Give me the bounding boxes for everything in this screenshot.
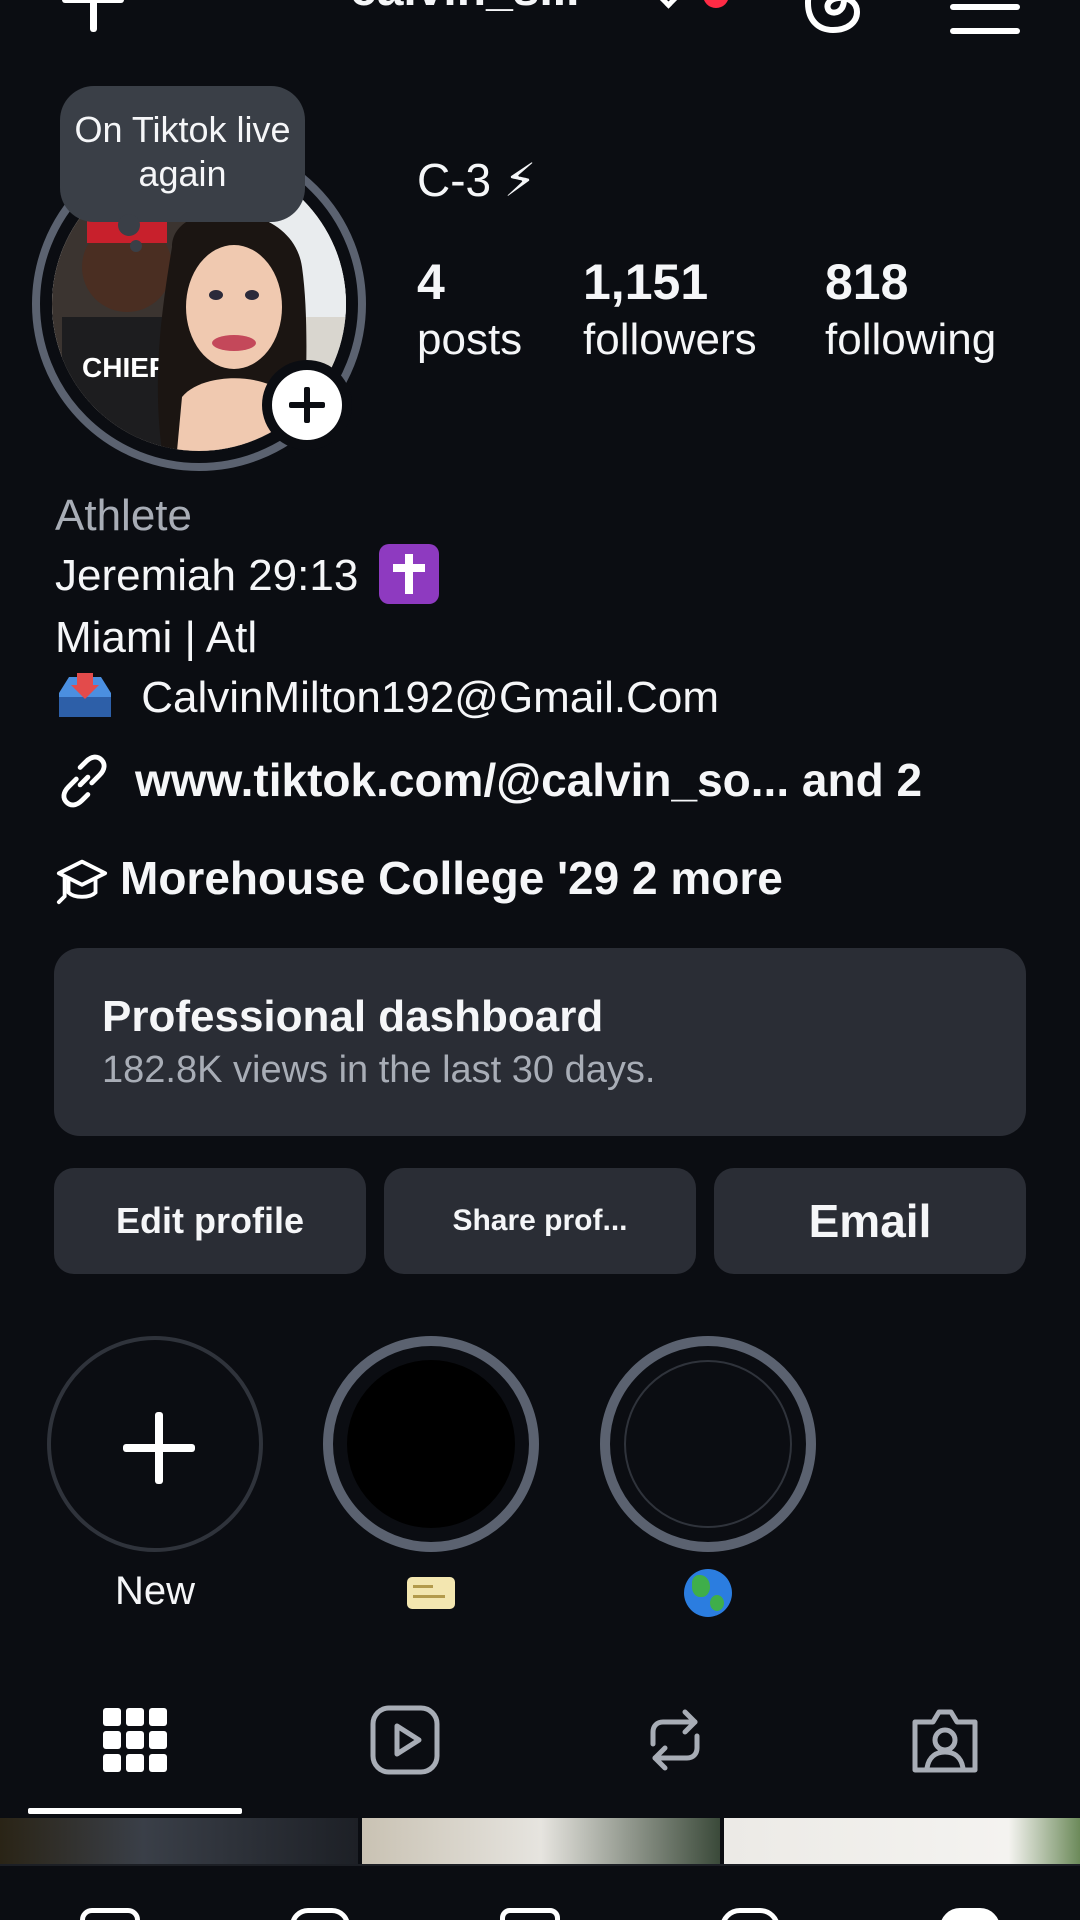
highlight-label (600, 1566, 816, 1618)
add-highlight-plus-icon (47, 1336, 263, 1552)
globe-icon (684, 1569, 732, 1618)
tab-posts-grid[interactable] (0, 1700, 270, 1818)
bio-line-verse: Jeremiah 29:13 (55, 544, 439, 608)
edit-profile-button[interactable]: Edit profile (54, 1168, 366, 1274)
note-bubble[interactable]: On Tiktok live again (60, 86, 305, 222)
following-label: following (825, 315, 997, 364)
search-icon[interactable] (290, 1908, 350, 1920)
dashboard-subtitle: 182.8K views in the last 30 days. (102, 1049, 656, 1091)
chevron-down-icon[interactable] (649, 0, 688, 9)
grid-icon (103, 1708, 167, 1772)
repost-icon (650, 1709, 700, 1771)
bio-line-email: CalvinMilton192@Gmail.Com (55, 670, 719, 726)
highlight-item[interactable] (323, 1336, 539, 1616)
profile-screen: calvin_s... CHIEF On Tiktok live again (0, 0, 1080, 1920)
highlight-cover (323, 1336, 539, 1552)
link-text[interactable]: www.tiktok.com/@calvin_so... and 2 (135, 750, 922, 810)
profile-avatar-icon[interactable] (940, 1908, 1000, 1920)
posts-label: posts (417, 315, 523, 364)
bio-line-location: Miami | Atl (55, 613, 258, 662)
svg-text:CHIEF: CHIEF (82, 352, 166, 383)
plus-icon (272, 370, 342, 440)
post-thumbnail[interactable] (0, 1818, 358, 1864)
share-profile-button[interactable]: Share prof... (384, 1168, 696, 1274)
education-text[interactable]: Morehouse College '29 2 more (120, 848, 783, 908)
menu-icon[interactable] (950, 0, 1020, 34)
email-button[interactable]: Email (714, 1168, 1026, 1274)
home-icon[interactable] (80, 1908, 140, 1920)
posts-grid-preview (0, 1818, 1080, 1864)
active-tab-indicator (28, 1808, 242, 1814)
posts-count[interactable]: 4 posts (417, 252, 522, 368)
credit-card-icon (407, 1577, 455, 1610)
tagged-person-icon (912, 1709, 978, 1773)
followers-count[interactable]: 1,151 followers (583, 252, 757, 368)
tab-reels[interactable] (270, 1700, 540, 1818)
dashboard-title: Professional dashboard (102, 992, 604, 1041)
highlight-item[interactable] (600, 1336, 816, 1618)
tab-reposts[interactable] (540, 1700, 810, 1818)
following-number: 818 (825, 254, 909, 310)
display-name: C-3 ⚡ (417, 154, 537, 206)
posts-number: 4 (417, 254, 445, 310)
email-text[interactable]: CalvinMilton192@Gmail.Com (141, 673, 719, 722)
following-count[interactable]: 818 following (825, 252, 996, 368)
link-icon (61, 754, 107, 808)
post-thumbnail[interactable] (724, 1818, 1080, 1864)
graduation-cap-icon (56, 859, 108, 905)
profile-tabs (0, 1700, 1080, 1818)
username-switcher[interactable]: calvin_s... (350, 0, 579, 20)
note-bubble-tail (118, 214, 140, 236)
category-label[interactable]: Athlete (55, 488, 192, 544)
threads-icon[interactable] (800, 0, 866, 36)
highlight-label (323, 1566, 539, 1616)
inbox-tray-icon (59, 673, 111, 718)
top-bar: calvin_s... (0, 0, 1080, 60)
tab-tagged[interactable] (810, 1700, 1080, 1818)
bio-verse-text: Jeremiah 29:13 (55, 551, 359, 600)
add-story-button[interactable] (262, 360, 352, 450)
highlight-cover (600, 1336, 816, 1552)
followers-label: followers (583, 315, 757, 364)
professional-dashboard-card[interactable]: Professional dashboard 182.8K views in t… (54, 948, 1026, 1136)
followers-number: 1,151 (583, 254, 709, 310)
notification-dot (703, 0, 729, 8)
post-thumbnail[interactable] (362, 1818, 720, 1864)
bottom-navigation (0, 1864, 1080, 1920)
reels-icon (370, 1705, 440, 1775)
create-plus-icon[interactable] (52, 0, 132, 40)
messages-icon[interactable] (720, 1908, 780, 1920)
highlight-new[interactable]: New (47, 1336, 263, 1616)
highlight-label: New (114, 1569, 196, 1613)
latin-cross-icon (378, 544, 439, 605)
reels-nav-icon[interactable] (500, 1908, 560, 1920)
note-bubble-tail-dot (130, 240, 142, 252)
